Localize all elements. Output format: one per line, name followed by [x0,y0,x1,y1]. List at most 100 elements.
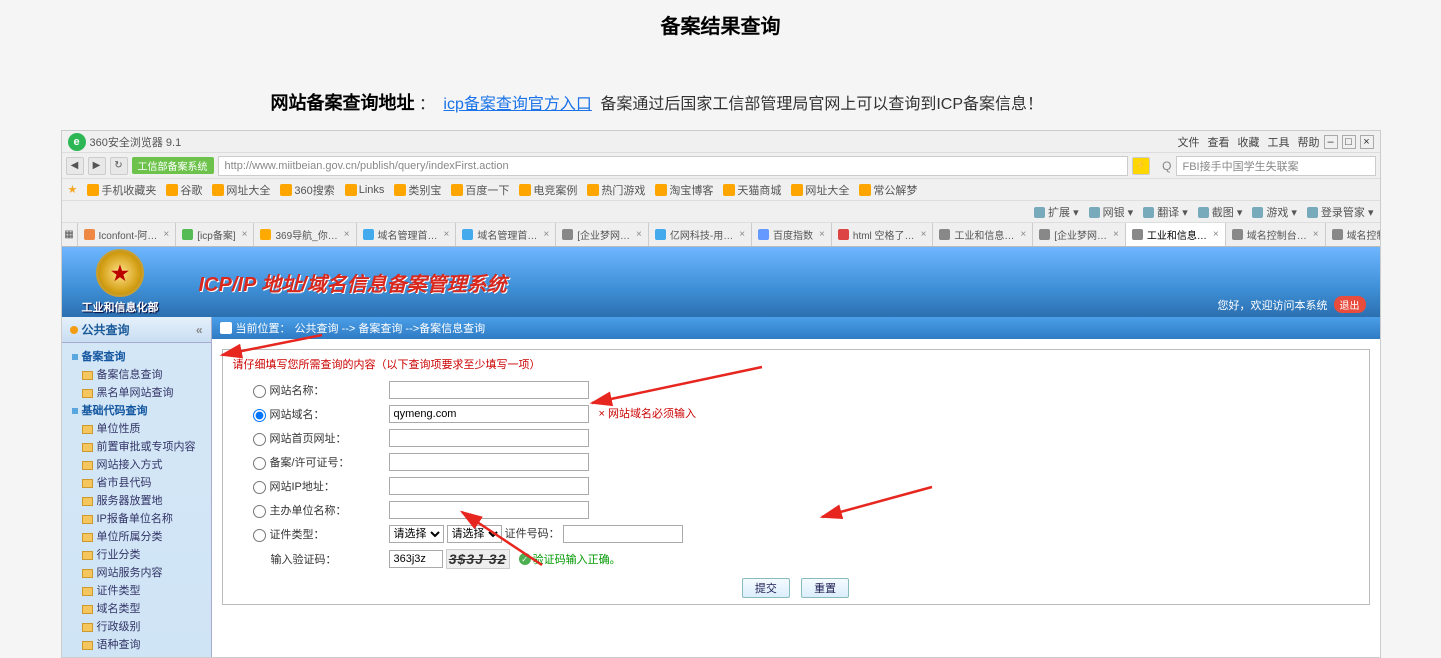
sidebar-item[interactable]: 证件类型 [62,581,211,599]
collapse-icon[interactable]: « [196,323,203,337]
browser-tab[interactable]: 域名管理首…× [456,223,556,246]
extension-item[interactable]: 登录管家 ▾ [1307,204,1374,220]
captcha-input[interactable] [389,550,443,568]
tab-close-icon[interactable]: × [1213,229,1219,240]
query-type-radio[interactable] [253,433,266,446]
window-max-icon[interactable]: □ [1342,135,1356,149]
submit-button[interactable]: 提交 [742,578,790,598]
tab-close-icon[interactable]: × [543,229,549,240]
icp-official-link[interactable]: icp备案查询官方入口 [443,96,591,113]
sidebar-item[interactable]: 单位所属分类 [62,527,211,545]
sidebar-item[interactable]: 服务器放置地 [62,491,211,509]
extension-item[interactable]: 翻译 ▾ [1143,204,1188,220]
browser-tab[interactable]: 工业和信息…× [933,223,1033,246]
tab-close-icon[interactable]: × [1313,229,1319,240]
query-type-radio[interactable] [253,457,266,470]
sidebar-item[interactable]: 网站接入方式 [62,455,211,473]
bookmark-item[interactable]: 常公解梦 [859,182,917,198]
window-close-icon[interactable]: × [1360,135,1374,149]
sidebar-item[interactable]: 行政级别 [62,617,211,635]
sidebar-item[interactable]: 前置审批或专项内容 [62,437,211,455]
cert-num-input[interactable] [563,525,683,543]
reset-button[interactable]: 重置 [801,578,849,598]
extension-item[interactable]: 网银 ▾ [1089,204,1134,220]
field-input[interactable] [389,501,589,519]
top-menu-item[interactable]: 工具 [1268,134,1290,150]
bookmark-item[interactable]: 网址大全 [791,182,849,198]
top-menu-item[interactable]: 查看 [1208,134,1230,150]
bookmark-item[interactable]: 淘宝博客 [655,182,713,198]
field-input[interactable] [389,381,589,399]
browser-tab[interactable]: [企业梦网…× [556,223,649,246]
sidebar-item[interactable]: 备案信息查询 [62,365,211,383]
tab-close-icon[interactable]: × [444,229,450,240]
field-input[interactable] [389,405,589,423]
bookmark-item[interactable]: 百度一下 [451,182,509,198]
tab-close-icon[interactable]: × [636,229,642,240]
bookmark-item[interactable]: 热门游戏 [587,182,645,198]
nav-back-icon[interactable]: ◀ [66,157,84,175]
tab-close-icon[interactable]: × [1113,229,1119,240]
bookmark-item[interactable]: 天猫商城 [723,182,781,198]
top-menu-item[interactable]: 文件 [1178,134,1200,150]
query-type-radio[interactable] [253,505,266,518]
browser-tab[interactable]: [企业梦网…× [1033,223,1126,246]
sidebar-item[interactable]: IP报备单位名称 [62,509,211,527]
tab-close-icon[interactable]: × [1020,229,1026,240]
tab-list-icon[interactable]: ▦ [62,223,78,246]
extension-item[interactable]: 扩展 ▾ [1034,204,1079,220]
sidebar-category[interactable]: 基础代码查询 [62,401,211,419]
browser-tab[interactable]: 工业和信息…× [1126,223,1226,246]
query-type-radio[interactable] [253,409,266,422]
field-input[interactable] [389,429,589,447]
tab-close-icon[interactable]: × [739,229,745,240]
cert-type-select[interactable]: 请选择 [389,525,444,543]
sidebar-item[interactable]: 行业分类 [62,545,211,563]
sidebar-item[interactable]: 黑名单网站查询 [62,383,211,401]
query-type-radio[interactable] [253,385,266,398]
bookmark-item[interactable]: 电竞案例 [519,182,577,198]
browser-tab[interactable]: 域名管理首…× [357,223,457,246]
browser-tab[interactable]: 域名控制台…× [1326,223,1380,246]
sidebar-item[interactable]: 单位性质 [62,419,211,437]
extension-item[interactable]: 截图 ▾ [1198,204,1243,220]
browser-tab[interactable]: 369导航_你…× [254,223,356,246]
bookmark-item[interactable]: 网址大全 [212,182,270,198]
captcha-image[interactable]: 3$3J 32 [446,549,510,569]
browser-tab[interactable]: Iconfont-阿…× [78,223,177,246]
sidebar-category[interactable]: 备案查询 [62,347,211,365]
bookmark-item[interactable]: Links [345,182,385,198]
lightning-icon[interactable]: ⚡ [1132,157,1150,175]
tab-close-icon[interactable]: × [242,229,248,240]
tab-close-icon[interactable]: × [921,229,927,240]
bookmark-item[interactable]: 类别宝 [394,182,441,198]
window-min-icon[interactable]: ‒ [1324,135,1338,149]
nav-reload-icon[interactable]: ↻ [110,157,128,175]
cert-subtype-select[interactable]: 请选择 [447,525,502,543]
field-input[interactable] [389,453,589,471]
extension-item[interactable]: 游戏 ▾ [1252,204,1297,220]
browser-tab[interactable]: 域名控制台…× [1226,223,1326,246]
url-input[interactable]: http://www.miitbeian.gov.cn/publish/quer… [218,156,1129,176]
browser-tab[interactable]: [icp备案]× [176,223,254,246]
bookmark-star-icon[interactable]: ★ [68,183,78,196]
sidebar-item[interactable]: 域名类型 [62,599,211,617]
sidebar-item[interactable]: 语种查询 [62,635,211,653]
bookmark-item[interactable]: 谷歌 [166,182,202,198]
browser-tab[interactable]: html 空格了…× [832,223,934,246]
browser-search-input[interactable]: FBI接手中国学生失联案 [1176,156,1376,176]
sidebar-item[interactable]: 省市县代码 [62,473,211,491]
sidebar-item[interactable]: 网站服务内容 [62,563,211,581]
top-menu-item[interactable]: 收藏 [1238,134,1260,150]
exit-button[interactable]: 退出 [1334,296,1366,313]
tab-close-icon[interactable]: × [344,229,350,240]
browser-tab[interactable]: 亿网科技-用…× [649,223,752,246]
browser-tab[interactable]: 百度指数× [752,223,832,246]
tab-close-icon[interactable]: × [819,229,825,240]
tab-close-icon[interactable]: × [163,229,169,240]
bookmark-item[interactable]: 手机收藏夹 [87,182,156,198]
nav-forward-icon[interactable]: ▶ [88,157,106,175]
field-input[interactable] [389,477,589,495]
query-type-radio[interactable] [253,481,266,494]
top-menu-item[interactable]: 帮助 [1298,134,1320,150]
